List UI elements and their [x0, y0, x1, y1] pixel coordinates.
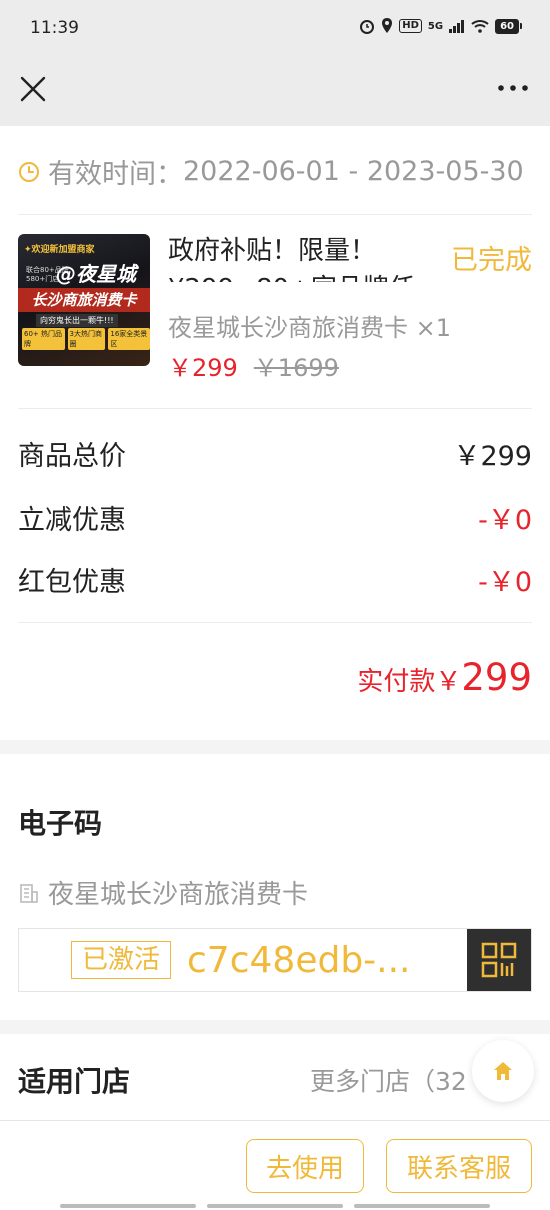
gesture-bar [60, 1204, 490, 1208]
summary-label: 立减优惠 [18, 505, 126, 536]
validity-label: 有效时间： [48, 159, 183, 190]
paid-label: 实付款￥ [357, 667, 462, 697]
clock-icon [19, 161, 39, 182]
home-button[interactable] [472, 1040, 534, 1102]
alarm-icon [360, 20, 375, 34]
product-image[interactable]: ✦欢迎新加盟商家 联合80+品牌 580+门店 @夜星城 长沙商旅消费卡 向穷鬼… [18, 234, 150, 366]
original-price: ￥1699 [253, 354, 339, 382]
bottom-action-bar: 去使用 联系客服 [0, 1120, 550, 1210]
activated-badge: 已激活 [71, 941, 172, 979]
paid-amount: 299 [461, 656, 532, 699]
summary-row-total: 商品总价 ￥299 [18, 434, 532, 473]
qr-code-button[interactable] [467, 929, 531, 991]
current-price: ￥299 [168, 354, 238, 382]
ecode-text[interactable]: c7c48edb-... [187, 940, 437, 981]
divider [18, 408, 532, 409]
more-icon[interactable] [496, 78, 530, 98]
status-icons: HD 5G 60 [359, 18, 522, 34]
divider [18, 214, 532, 215]
battery-icon: 60 [495, 18, 522, 34]
status-bar: 11:39 HD 5G 60 [0, 0, 550, 60]
summary-value: -￥0 [478, 505, 532, 536]
close-icon[interactable] [18, 74, 48, 104]
more-stores-link[interactable]: 更多门店（32 [310, 1062, 490, 1098]
use-button[interactable]: 去使用 [246, 1139, 364, 1193]
location-icon [382, 18, 393, 33]
ecode-box[interactable]: 已激活 c7c48edb-... [18, 928, 532, 992]
building-icon [20, 883, 38, 903]
price-row: ￥299 ￥1699 [168, 348, 339, 383]
divider [18, 622, 532, 623]
battery-level: 60 [495, 18, 519, 34]
validity-range: 2022-06-01 - 2023-05-30 [183, 156, 524, 187]
nav-bar [0, 60, 550, 126]
product-title[interactable]: 政府补贴！限量！¥299=80+家品牌任 [168, 232, 438, 282]
image-chips: 60+ 热门品牌 3大热门商圈 16家全类景区 [22, 328, 150, 350]
summary-label: 红包优惠 [18, 567, 126, 598]
image-chip: 3大热门商圈 [67, 328, 106, 350]
contact-service-button[interactable]: 联系客服 [386, 1139, 532, 1193]
status-time: 11:39 [30, 18, 79, 38]
image-tag: ✦欢迎新加盟商家 [24, 245, 95, 255]
summary-row-discount: 立减优惠 -￥0 [18, 498, 532, 537]
summary-value: -￥0 [478, 567, 532, 598]
home-icon [494, 1062, 512, 1080]
qr-code-icon [481, 942, 517, 978]
paid-total: 实付款￥ 299 [357, 656, 532, 699]
ecode-title: 电子码 [18, 807, 103, 840]
ecode-card: 电子码 夜星城长沙商旅消费卡 已激活 c7c48edb-... [0, 754, 550, 1020]
stores-title: 适用门店 [18, 1065, 131, 1098]
wifi-icon [471, 20, 489, 33]
summary-row-redpacket: 红包优惠 -￥0 [18, 560, 532, 599]
merchant-row: 夜星城长沙商旅消费卡 [18, 874, 308, 911]
order-card: 有效时间： 2022-06-01 - 2023-05-30 ✦欢迎新加盟商家 联… [0, 126, 550, 740]
stores-card: 适用门店 更多门店（32 [0, 1034, 550, 1124]
network-label: 5G [427, 20, 444, 32]
image-chip: 16家全类景区 [108, 328, 150, 350]
validity-row: 有效时间： 2022-06-01 - 2023-05-30 [18, 152, 524, 191]
image-brand: @夜星城 [56, 262, 136, 286]
signal-icon [449, 20, 465, 33]
product-subtitle: 夜星城长沙商旅消费卡 ×1 [168, 314, 452, 342]
summary-label: 商品总价 [18, 441, 126, 472]
summary-value: ￥299 [453, 441, 532, 472]
image-banner: 长沙商旅消费卡 [18, 288, 150, 312]
merchant-name: 夜星城长沙商旅消费卡 [48, 880, 309, 910]
image-chip: 60+ 热门品牌 [22, 328, 65, 350]
order-status: 已完成 [451, 245, 532, 276]
hd-icon: HD [399, 19, 422, 33]
image-sub: 向穷鬼长出一颗牛!!! [36, 314, 118, 327]
